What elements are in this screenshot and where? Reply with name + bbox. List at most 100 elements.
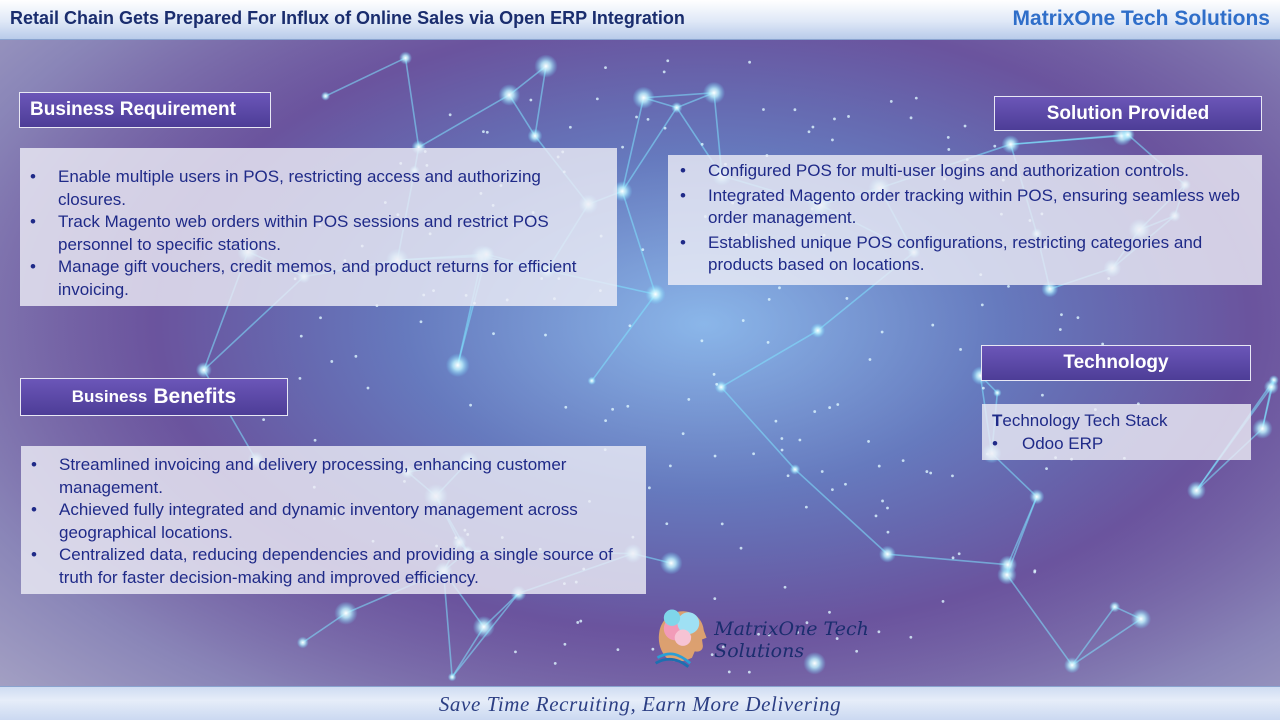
network-dot bbox=[766, 340, 770, 344]
network-dot bbox=[681, 432, 685, 436]
network-dot bbox=[793, 108, 797, 112]
technology-box: Technology Tech Stack • Odoo ERP bbox=[982, 404, 1251, 460]
network-dot bbox=[366, 386, 370, 390]
network-dot bbox=[628, 324, 632, 328]
network-dot bbox=[262, 418, 266, 422]
network-node bbox=[534, 54, 558, 78]
network-dot bbox=[847, 115, 850, 118]
network-dot bbox=[774, 419, 778, 423]
network-dot bbox=[947, 148, 951, 151]
bullet-glyph: • bbox=[680, 232, 686, 252]
network-dot bbox=[666, 59, 670, 63]
network-dot bbox=[807, 130, 811, 134]
footer-tagline: Save Time Recruiting, Earn More Deliveri… bbox=[438, 692, 842, 716]
solution-provided-list: • Configured POS for multi-user logins an… bbox=[672, 160, 1254, 277]
network-dot bbox=[579, 619, 583, 623]
network-dot bbox=[544, 333, 547, 337]
network-dot bbox=[886, 506, 889, 510]
network-dot bbox=[767, 298, 771, 301]
network-dot bbox=[813, 410, 817, 413]
network-node bbox=[632, 86, 655, 109]
network-dot bbox=[720, 522, 724, 526]
network-node bbox=[810, 323, 826, 338]
network-dot bbox=[576, 621, 580, 624]
business-requirement-list: • Enable multiple users in POS, restricti… bbox=[22, 166, 605, 301]
network-dot bbox=[1045, 467, 1048, 471]
network-node bbox=[645, 284, 666, 305]
network-dot bbox=[741, 319, 745, 322]
network-dot bbox=[946, 135, 950, 139]
network-dot bbox=[778, 286, 781, 290]
list-item: • Track Magento web orders within POS ses… bbox=[22, 211, 605, 256]
network-dot bbox=[646, 117, 650, 121]
network-dot bbox=[621, 145, 624, 149]
network-dot bbox=[931, 323, 935, 327]
network-node bbox=[334, 601, 358, 625]
brain-head-icon bbox=[654, 609, 707, 668]
list-item: • Enable multiple users in POS, restricti… bbox=[22, 166, 605, 211]
bullet-glyph: • bbox=[31, 500, 37, 519]
network-node bbox=[1001, 135, 1020, 154]
bullet-glyph: • bbox=[30, 167, 36, 186]
network-dot bbox=[712, 372, 716, 376]
network-node bbox=[659, 551, 683, 575]
bullet-glyph: • bbox=[680, 185, 686, 205]
network-dot bbox=[831, 138, 834, 142]
network-dot bbox=[957, 552, 961, 556]
network-dot bbox=[804, 505, 808, 509]
list-item: • Established unique POS configurations, … bbox=[672, 232, 1254, 277]
technology-heading: Technology bbox=[981, 345, 1251, 381]
network-dot bbox=[492, 332, 495, 336]
network-dot bbox=[941, 599, 945, 603]
network-dot bbox=[1033, 570, 1037, 574]
network-dot bbox=[874, 514, 878, 518]
network-dot bbox=[715, 382, 719, 386]
network-dot bbox=[880, 330, 884, 334]
network-dot bbox=[299, 334, 303, 338]
network-dot bbox=[963, 124, 967, 128]
network-dot bbox=[514, 650, 517, 654]
network-dot bbox=[354, 354, 358, 358]
network-node bbox=[472, 615, 495, 638]
list-item: • Manage gift vouchers, credit memos, and… bbox=[22, 256, 605, 301]
logo-text: MatrixOne Tech Solutions bbox=[714, 618, 869, 662]
network-node bbox=[195, 361, 212, 378]
business-requirement-heading: Business Requirement bbox=[19, 92, 271, 128]
network-dot bbox=[700, 339, 704, 343]
network-dot bbox=[662, 70, 666, 74]
network-dot bbox=[914, 96, 918, 100]
bullet-glyph: • bbox=[31, 455, 37, 474]
list-item-text: Established unique POS configurations, r… bbox=[708, 232, 1203, 275]
list-item: • Achieved fully integrated and dynamic i… bbox=[23, 499, 638, 544]
network-dot bbox=[951, 556, 955, 560]
bullet-glyph: • bbox=[31, 545, 37, 564]
network-dot bbox=[993, 144, 997, 148]
page-title: Retail Chain Gets Prepared For Influx of… bbox=[10, 8, 685, 28]
network-dot bbox=[980, 303, 984, 307]
list-item-text: Streamlined invoicing and delivery proce… bbox=[59, 455, 567, 497]
network-dot bbox=[330, 360, 334, 363]
network-node bbox=[789, 464, 801, 475]
list-item-text: Track Magento web orders within POS sess… bbox=[58, 212, 549, 254]
network-dot bbox=[959, 348, 962, 351]
network-dot bbox=[1076, 316, 1080, 320]
list-item: • Configured POS for multi-user logins an… bbox=[672, 160, 1254, 183]
network-dot bbox=[881, 499, 884, 503]
network-dot bbox=[568, 125, 572, 129]
business-requirement-heading-text: Business Requirement bbox=[30, 99, 236, 120]
network-dot bbox=[553, 662, 557, 665]
network-dot bbox=[901, 459, 905, 463]
network-dot bbox=[595, 97, 599, 101]
network-node bbox=[399, 51, 413, 65]
network-dot bbox=[929, 471, 933, 475]
solution-provided-box: • Configured POS for multi-user logins an… bbox=[668, 155, 1262, 285]
network-dot bbox=[482, 130, 485, 134]
network-dot bbox=[647, 486, 651, 490]
network-dot bbox=[981, 386, 985, 390]
list-item-text: Configured POS for multi-user logins and… bbox=[708, 161, 1189, 180]
network-dot bbox=[889, 100, 893, 103]
network-node bbox=[1029, 489, 1045, 505]
network-node bbox=[447, 672, 457, 682]
network-dot bbox=[687, 398, 691, 401]
network-node bbox=[320, 91, 331, 101]
